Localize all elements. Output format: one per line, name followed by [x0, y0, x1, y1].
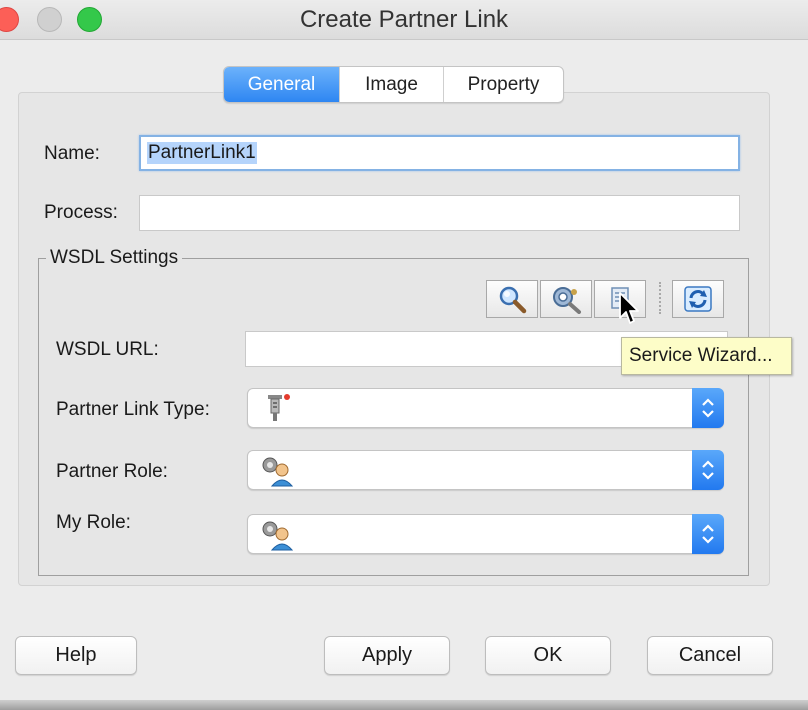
partner-link-type-select[interactable] — [247, 388, 724, 428]
chevron-updown-icon — [692, 388, 724, 428]
window-bottom-edge — [0, 700, 808, 710]
chevron-updown-icon — [692, 514, 724, 554]
process-label: Process: — [44, 202, 118, 223]
name-input[interactable]: PartnerLink1 — [139, 135, 740, 171]
wsdl-url-label: WSDL URL: — [56, 339, 159, 360]
my-role-select[interactable] — [247, 514, 724, 554]
role-icon — [262, 457, 294, 487]
tab-bar: General Image Property — [223, 66, 564, 103]
tab-property[interactable]: Property — [443, 67, 563, 102]
process-input[interactable] — [139, 195, 740, 231]
window-title: Create Partner Link — [299, 6, 509, 33]
partner-role-label: Partner Role: — [56, 461, 168, 482]
name-label: Name: — [44, 143, 100, 164]
ok-button[interactable]: OK — [485, 636, 611, 675]
tab-general[interactable]: General — [224, 67, 339, 102]
name-input-value: PartnerLink1 — [147, 142, 257, 164]
cancel-button[interactable]: Cancel — [647, 636, 773, 675]
partner-link-type-icon — [268, 394, 290, 421]
apply-button[interactable]: Apply — [324, 636, 450, 675]
refresh-icon — [684, 286, 712, 312]
search-icon — [499, 286, 527, 314]
partner-link-type-label: Partner Link Type: — [56, 399, 210, 420]
toolbar-separator — [659, 282, 661, 314]
role-icon — [262, 521, 294, 551]
browse-services-icon — [553, 287, 581, 314]
wsdl-settings-title: WSDL Settings — [46, 247, 183, 269]
title-bar: Create Partner Link — [0, 0, 808, 40]
refresh-button[interactable] — [672, 280, 724, 318]
mouse-cursor-icon — [619, 292, 639, 324]
browse-services-button[interactable] — [540, 280, 592, 318]
my-role-label: My Role: — [56, 512, 131, 533]
tab-image[interactable]: Image — [339, 67, 443, 102]
search-wsdl-button[interactable] — [486, 280, 538, 318]
service-wizard-tooltip: Service Wizard... — [621, 337, 792, 375]
help-button[interactable]: Help — [15, 636, 137, 675]
chevron-updown-icon — [692, 450, 724, 490]
partner-role-select[interactable] — [247, 450, 724, 490]
